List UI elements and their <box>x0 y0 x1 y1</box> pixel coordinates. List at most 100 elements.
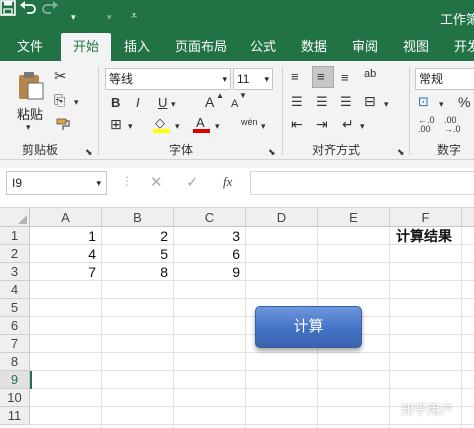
select-all-corner[interactable] <box>0 208 30 227</box>
cell-b3[interactable]: 8 <box>102 263 174 281</box>
row-header-8[interactable]: 8 <box>0 353 30 371</box>
column-header-b[interactable]: B <box>102 208 174 227</box>
paste-dropdown-icon[interactable]: ▾ <box>26 119 31 135</box>
formula-input[interactable] <box>250 171 474 195</box>
wrap-text-icon[interactable]: ↵ <box>342 116 354 132</box>
align-top-icon[interactable]: ≡ <box>291 69 299 85</box>
redo-icon[interactable] <box>41 0 59 16</box>
cell-a1[interactable]: 1 <box>30 227 102 245</box>
increase-decimal-icon[interactable]: ←.0.00 <box>418 116 435 134</box>
row-header-1[interactable]: 1 <box>0 227 30 245</box>
tab-page-layout[interactable]: 页面布局 <box>170 33 232 61</box>
number-format-select[interactable]: 常规 <box>415 68 474 90</box>
undo-dropdown-icon[interactable]: ▾ <box>71 7 76 27</box>
cell-c2[interactable]: 6 <box>174 245 246 263</box>
tab-review[interactable]: 审阅 <box>345 33 385 61</box>
border-icon[interactable]: ⊞ <box>110 116 122 132</box>
row-header-10[interactable]: 10 <box>0 389 30 407</box>
confirm-entry-icon[interactable]: ✓ <box>186 173 199 191</box>
align-right-icon[interactable]: ☰ <box>340 94 352 110</box>
cell-c1[interactable]: 3 <box>174 227 246 245</box>
row-header-2[interactable]: 2 <box>0 245 30 263</box>
font-name-value: 等线 <box>109 72 134 86</box>
row-header-3[interactable]: 3 <box>0 263 30 281</box>
row-header-9[interactable]: 9 <box>0 371 30 389</box>
ribbon-tabs: 文件 开始 插入 页面布局 公式 数据 审阅 视图 开发 <box>0 33 474 61</box>
cell-c3[interactable]: 9 <box>174 263 246 281</box>
row-header-4[interactable]: 4 <box>0 281 30 299</box>
column-header-d[interactable]: D <box>246 208 318 227</box>
tab-formulas[interactable]: 公式 <box>244 33 282 61</box>
calculate-button[interactable]: 计算 <box>255 306 362 348</box>
border-dropdown-icon[interactable]: ▾ <box>128 118 133 134</box>
column-header-c[interactable]: C <box>174 208 246 227</box>
cell-b1[interactable]: 2 <box>102 227 174 245</box>
tab-developer[interactable]: 开发 <box>447 33 474 61</box>
cancel-entry-icon[interactable]: ✕ <box>150 173 163 191</box>
row-header-5[interactable]: 5 <box>0 299 30 317</box>
copy-dropdown-icon[interactable]: ▾ <box>74 94 79 110</box>
accounting-format-icon[interactable]: ⊡ <box>418 94 429 110</box>
copy-icon[interactable]: ⎘ <box>54 92 65 108</box>
cell-f1[interactable]: 计算结果 <box>390 227 474 245</box>
font-launcher-icon[interactable]: ⬊ <box>268 144 276 160</box>
undo-icon[interactable] <box>19 0 37 16</box>
selected-cell-i9[interactable] <box>30 371 32 389</box>
insert-function-button[interactable]: fx <box>223 174 232 190</box>
fill-color-icon[interactable]: ◇ <box>153 115 171 133</box>
worksheet-grid[interactable]: A B C D E F 1 2 3 4 5 6 7 8 9 10 11 1 2 … <box>0 208 474 428</box>
align-bottom-icon[interactable]: ≡ <box>341 70 349 86</box>
paste-icon[interactable] <box>15 71 45 101</box>
orientation-icon[interactable]: ab <box>364 66 376 82</box>
phonetic-dropdown-icon[interactable]: ▾ <box>261 118 266 134</box>
underline-dropdown-icon[interactable]: ▾ <box>171 96 176 112</box>
alignment-launcher-icon[interactable]: ⬊ <box>397 144 405 160</box>
column-header-g[interactable] <box>462 208 474 227</box>
fill-color-dropdown-icon[interactable]: ▾ <box>175 118 180 134</box>
row-header-6[interactable]: 6 <box>0 317 30 335</box>
name-box[interactable]: I9 ▾ <box>6 171 107 195</box>
font-name-select[interactable]: 等线 ▾ <box>105 68 231 90</box>
window-title: 工作簿 <box>440 12 474 27</box>
row-header-7[interactable]: 7 <box>0 335 30 353</box>
clipboard-launcher-icon[interactable]: ⬊ <box>85 144 93 160</box>
accounting-dropdown-icon[interactable]: ▾ <box>439 96 444 112</box>
font-color-icon[interactable]: A <box>193 115 211 133</box>
tab-data[interactable]: 数据 <box>294 33 334 61</box>
tab-view[interactable]: 视图 <box>396 33 436 61</box>
phonetic-guide-button[interactable]: wén <box>241 114 258 130</box>
decrease-indent-icon[interactable]: ⇤ <box>291 116 303 132</box>
cell-b2[interactable]: 5 <box>102 245 174 263</box>
decrease-decimal-icon[interactable]: .00 →.0 <box>444 116 461 134</box>
underline-button[interactable]: U <box>158 95 167 111</box>
column-header-e[interactable]: E <box>318 208 390 227</box>
bold-button[interactable]: B <box>111 95 120 111</box>
decrease-font-button[interactable]: A <box>231 96 238 112</box>
save-icon[interactable] <box>0 0 16 16</box>
merge-dropdown-icon[interactable]: ▾ <box>384 96 389 112</box>
row-header-11[interactable]: 11 <box>0 407 30 425</box>
italic-button[interactable]: I <box>136 95 140 111</box>
font-color-dropdown-icon[interactable]: ▾ <box>215 118 220 134</box>
cell-a2[interactable]: 4 <box>30 245 102 263</box>
cell-a3[interactable]: 7 <box>30 263 102 281</box>
cut-icon[interactable]: ✂ <box>54 69 67 85</box>
percent-button[interactable]: % <box>458 94 470 110</box>
chevron-down-icon: ▾ <box>222 74 227 84</box>
format-painter-icon[interactable] <box>55 116 71 132</box>
column-header-f[interactable]: F <box>390 208 462 227</box>
increase-font-button[interactable]: A <box>205 94 214 110</box>
tab-insert[interactable]: 插入 <box>116 33 158 61</box>
align-left-icon[interactable]: ☰ <box>291 94 303 110</box>
redo-dropdown-icon[interactable]: ▾ <box>107 7 112 27</box>
clipboard-group-label: 剪贴板 <box>22 143 59 157</box>
column-header-a[interactable]: A <box>30 208 102 227</box>
merge-center-icon[interactable]: ⊟ <box>364 93 376 109</box>
wrap-dropdown-icon[interactable]: ▾ <box>360 118 365 134</box>
font-size-select[interactable]: 11 ▾ <box>233 68 273 90</box>
tab-home[interactable]: 开始 <box>61 33 111 61</box>
increase-indent-icon[interactable]: ⇥ <box>316 116 328 132</box>
align-center-icon[interactable]: ☰ <box>316 94 328 110</box>
customize-qat-icon[interactable]: ⩡ <box>131 6 137 26</box>
tab-file[interactable]: 文件 <box>8 33 52 61</box>
